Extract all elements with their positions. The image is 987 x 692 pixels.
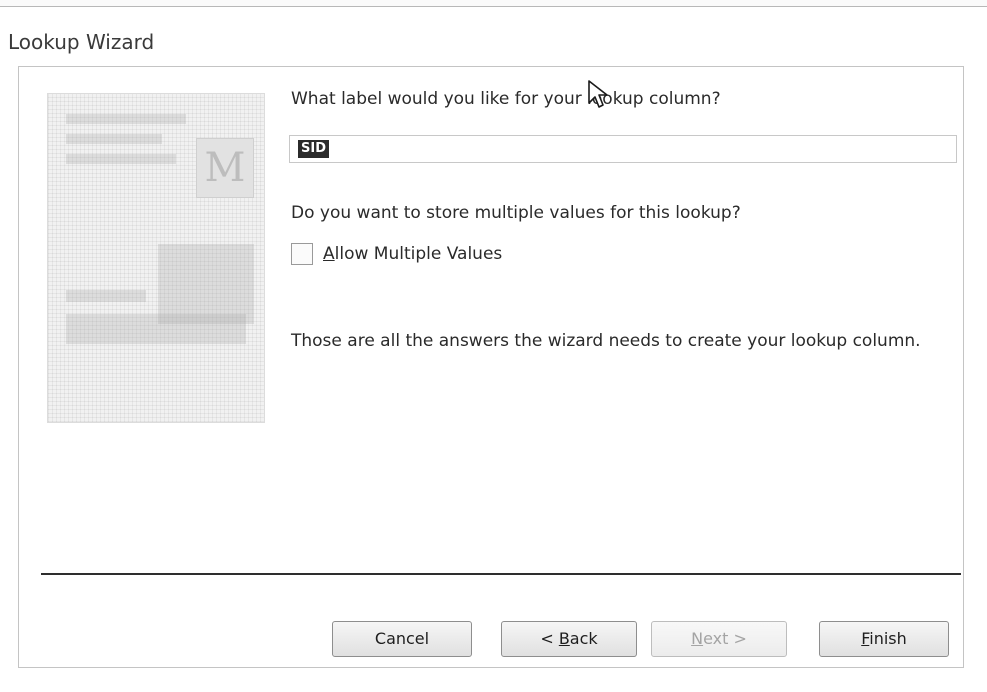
mnemonic-letter: N [691, 629, 704, 648]
wizard-panel: M What label would you like for your loo… [18, 66, 964, 668]
label-input-value: SID [298, 140, 329, 158]
illustration-block [66, 154, 176, 164]
finish-button[interactable]: Finish [819, 621, 949, 657]
cancel-button[interactable]: Cancel [332, 621, 472, 657]
illustration-block [66, 290, 146, 302]
multi-value-question: Do you want to store multiple values for… [291, 203, 741, 223]
allow-multiple-values-option[interactable]: Allow Multiple Values [291, 243, 502, 265]
illustration-block [66, 134, 162, 144]
finish-rest: inish [869, 629, 907, 648]
next-button[interactable]: Next > [651, 621, 787, 657]
illustration-block [158, 244, 254, 324]
button-divider [41, 573, 961, 575]
allow-multiple-values-checkbox[interactable] [291, 243, 313, 265]
wizard-illustration: M [47, 93, 265, 423]
label-rest: llow Multiple Values [334, 244, 503, 264]
mouse-pointer-icon [588, 80, 608, 108]
window-title: Lookup Wizard [8, 30, 155, 54]
back-prefix: < [540, 629, 559, 648]
label-question: What label would you like for your looku… [291, 89, 721, 109]
illustration-block [66, 114, 186, 124]
completion-info-text: Those are all the answers the wizard nee… [291, 331, 921, 351]
window-top-edge [0, 0, 987, 7]
access-logo-icon: M [196, 138, 254, 198]
next-rest: ext > [703, 629, 747, 648]
lookup-label-input[interactable]: SID [289, 135, 957, 163]
mnemonic-letter: A [323, 244, 335, 264]
illustration-block [66, 314, 246, 344]
back-rest: ack [569, 629, 598, 648]
mnemonic-letter: B [558, 629, 570, 648]
back-button[interactable]: < Back [501, 621, 637, 657]
allow-multiple-values-label[interactable]: Allow Multiple Values [323, 244, 502, 264]
